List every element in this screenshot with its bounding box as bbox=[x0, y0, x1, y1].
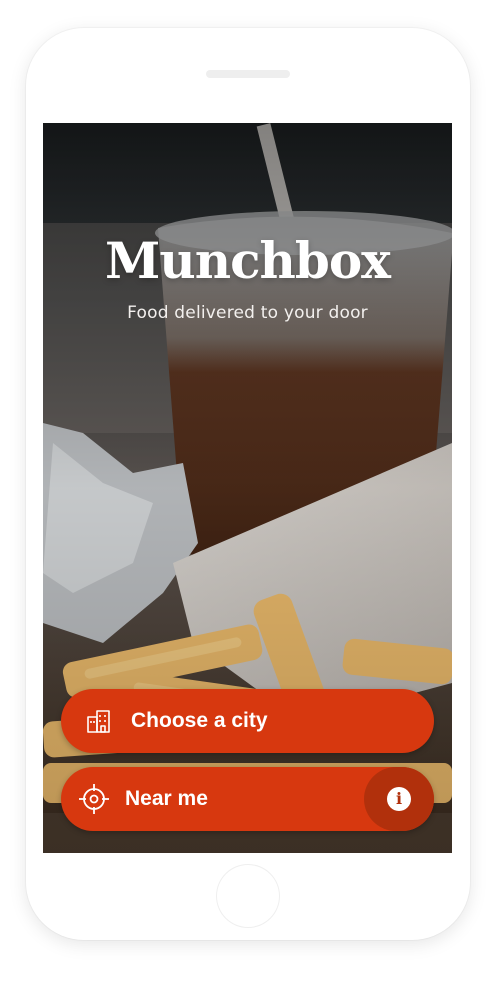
home-button[interactable] bbox=[216, 864, 280, 928]
near-me-label: Near me bbox=[125, 787, 208, 810]
choose-city-label: Choose a city bbox=[131, 709, 268, 732]
near-me-button[interactable]: Near me i bbox=[61, 767, 434, 831]
crosshair-target-icon bbox=[77, 782, 111, 816]
app-screen: Munchbox Food delivered to your door Cho… bbox=[43, 123, 452, 853]
tagline: Food delivered to your door bbox=[127, 303, 368, 323]
choose-city-button[interactable]: Choose a city bbox=[61, 689, 434, 753]
brand-title: Munchbox bbox=[105, 231, 391, 290]
phone-speaker bbox=[206, 70, 290, 78]
info-icon: i bbox=[387, 787, 411, 811]
city-buildings-icon bbox=[85, 707, 113, 735]
info-button[interactable]: i bbox=[364, 767, 434, 831]
